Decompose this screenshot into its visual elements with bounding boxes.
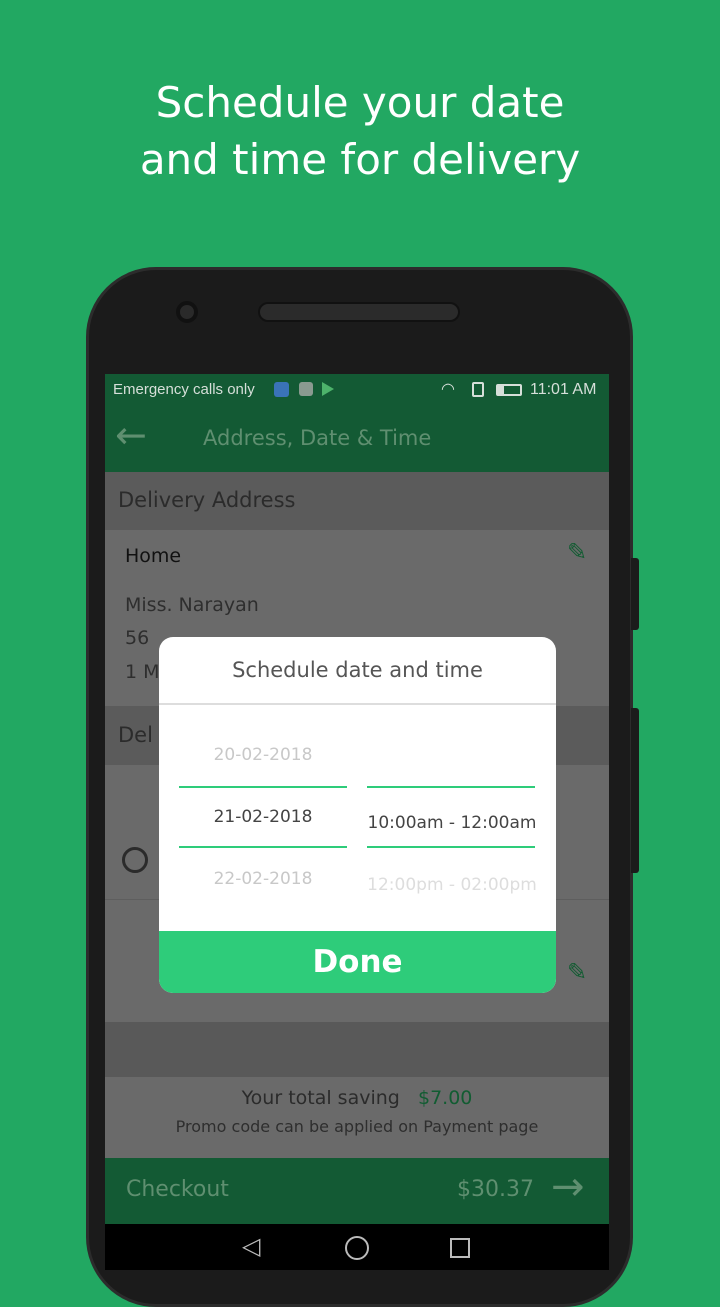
edit-pencil-icon[interactable]: ✎	[567, 538, 587, 566]
picker-line	[367, 846, 535, 848]
wifi-icon: ◠	[441, 381, 455, 398]
address-line2: 1 M	[125, 661, 160, 683]
checkout-total: $30.37	[457, 1177, 534, 1202]
arrow-right-icon[interactable]: →	[551, 1164, 585, 1210]
checkout-label: Checkout	[126, 1177, 229, 1202]
savings-summary: Your total saving $7.00 Promo code can b…	[105, 1077, 609, 1158]
play-store-icon	[322, 382, 334, 396]
home-nav-icon[interactable]	[345, 1236, 369, 1260]
back-arrow-icon[interactable]: ←	[115, 413, 147, 457]
section-title: Del	[118, 723, 153, 747]
page-title: Address, Date & Time	[203, 426, 432, 450]
time-option[interactable]: 12:00pm - 02:00pm	[362, 875, 542, 895]
back-nav-icon[interactable]: ◁	[242, 1232, 260, 1260]
done-button[interactable]: Done	[159, 931, 556, 993]
carrier-text: Emergency calls only	[113, 381, 255, 398]
address-line1: 56	[125, 627, 150, 649]
picker-line	[179, 846, 347, 848]
phone-volume-button	[631, 558, 639, 630]
saving-value: $7.00	[417, 1087, 473, 1109]
delivery-address-header: Delivery Address	[105, 472, 609, 530]
nav-bar: ◁	[105, 1224, 609, 1270]
dialog-title: Schedule date and time	[232, 658, 483, 682]
front-camera	[176, 301, 198, 323]
saving-label: Your total saving	[241, 1087, 400, 1109]
status-bar: Emergency calls only ◠ 11:01 AM	[105, 374, 609, 405]
address-name: Miss. Narayan	[125, 594, 259, 616]
clock: 11:01 AM	[530, 381, 597, 398]
address-label: Home	[125, 545, 182, 567]
radio-button[interactable]	[122, 847, 148, 873]
date-option-selected[interactable]: 21-02-2018	[179, 807, 347, 827]
date-option[interactable]: 22-02-2018	[179, 869, 347, 889]
edit-pencil-icon[interactable]: ✎	[567, 958, 587, 986]
spacer	[105, 1022, 609, 1077]
battery-icon	[496, 384, 522, 396]
picker-line	[179, 786, 347, 788]
phone-power-button	[631, 708, 639, 873]
health-app-icon	[274, 382, 289, 397]
promo-note: Promo code can be applied on Payment pag…	[175, 1117, 539, 1136]
sim-icon	[472, 382, 484, 397]
date-option[interactable]: 20-02-2018	[179, 745, 347, 765]
headline: Schedule your date and time for delivery	[139, 78, 581, 184]
divider	[159, 703, 556, 705]
gallery-icon	[299, 382, 313, 396]
time-option-selected[interactable]: 10:00am - 12:00am	[362, 813, 542, 833]
recents-nav-icon[interactable]	[450, 1238, 470, 1258]
app-bar: ← Address, Date & Time	[105, 405, 609, 472]
speaker-grille	[258, 302, 460, 322]
schedule-dialog: Schedule date and time 20-02-2018 21-02-…	[159, 637, 556, 993]
picker-line	[367, 786, 535, 788]
section-title: Delivery Address	[118, 488, 296, 512]
checkout-bar[interactable]: Checkout $30.37 →	[105, 1158, 609, 1224]
